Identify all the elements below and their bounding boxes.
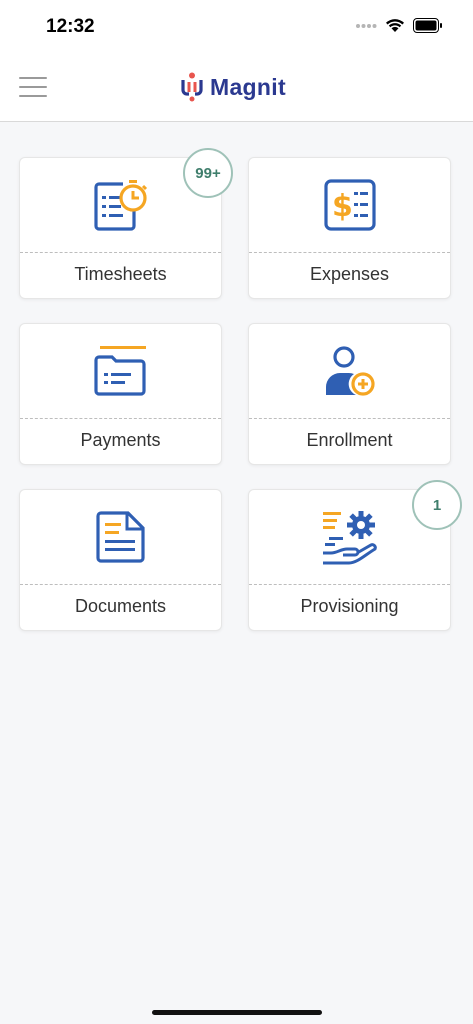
tile-divider xyxy=(20,418,221,419)
menu-line-icon xyxy=(19,95,47,97)
tile-divider xyxy=(20,584,221,585)
status-icons xyxy=(355,18,443,33)
count-badge: 99+ xyxy=(183,148,233,198)
menu-line-icon xyxy=(19,86,47,88)
timesheet-clock-icon xyxy=(93,180,147,231)
tile-provisioning[interactable]: Provisioning 1 xyxy=(248,480,462,631)
tile-expenses[interactable]: $ Expenses xyxy=(248,157,451,299)
tile-label: Enrollment xyxy=(306,430,393,450)
document-icon xyxy=(95,511,145,563)
tile-timesheets[interactable]: Timesheets 99+ xyxy=(19,148,233,299)
tile-label: Timesheets xyxy=(74,264,167,284)
magnit-logo-icon xyxy=(181,72,203,102)
tile-divider xyxy=(249,584,450,585)
battery-icon xyxy=(413,18,442,33)
hand-gear-icon xyxy=(322,511,377,565)
tile-label: Expenses xyxy=(309,264,390,284)
signal-dots-icon xyxy=(356,23,377,28)
magnit-logo: Magnit xyxy=(180,72,286,102)
tile-label: Provisioning xyxy=(300,596,399,616)
tile-enrollment[interactable]: Enrollment xyxy=(248,323,451,465)
count-badge: 1 xyxy=(412,480,462,530)
dollar-document-icon: $ xyxy=(323,179,376,231)
tile-divider xyxy=(249,418,450,419)
app-header: Magnit xyxy=(0,56,473,122)
tile-divider xyxy=(249,252,450,253)
tile-divider xyxy=(20,252,221,253)
tile-label: Payments xyxy=(80,430,161,450)
svg-text:$: $ xyxy=(332,189,353,224)
dashboard-grid: Timesheets 99+ $ Expenses Payments Enrol… xyxy=(19,148,462,631)
tile-payments[interactable]: Payments xyxy=(19,323,222,465)
home-indicator[interactable] xyxy=(152,1010,322,1015)
status-bar: 12:32 xyxy=(0,0,473,56)
add-user-icon xyxy=(325,346,375,396)
hamburger-menu-button[interactable] xyxy=(19,77,47,99)
tile-label: Documents xyxy=(74,596,167,616)
wifi-icon xyxy=(386,19,404,32)
status-time: 12:32 xyxy=(46,16,95,37)
folder-icon xyxy=(93,346,146,396)
menu-line-icon xyxy=(19,77,47,79)
tile-documents[interactable]: Documents xyxy=(19,489,222,631)
logo-text: Magnit xyxy=(210,73,286,100)
